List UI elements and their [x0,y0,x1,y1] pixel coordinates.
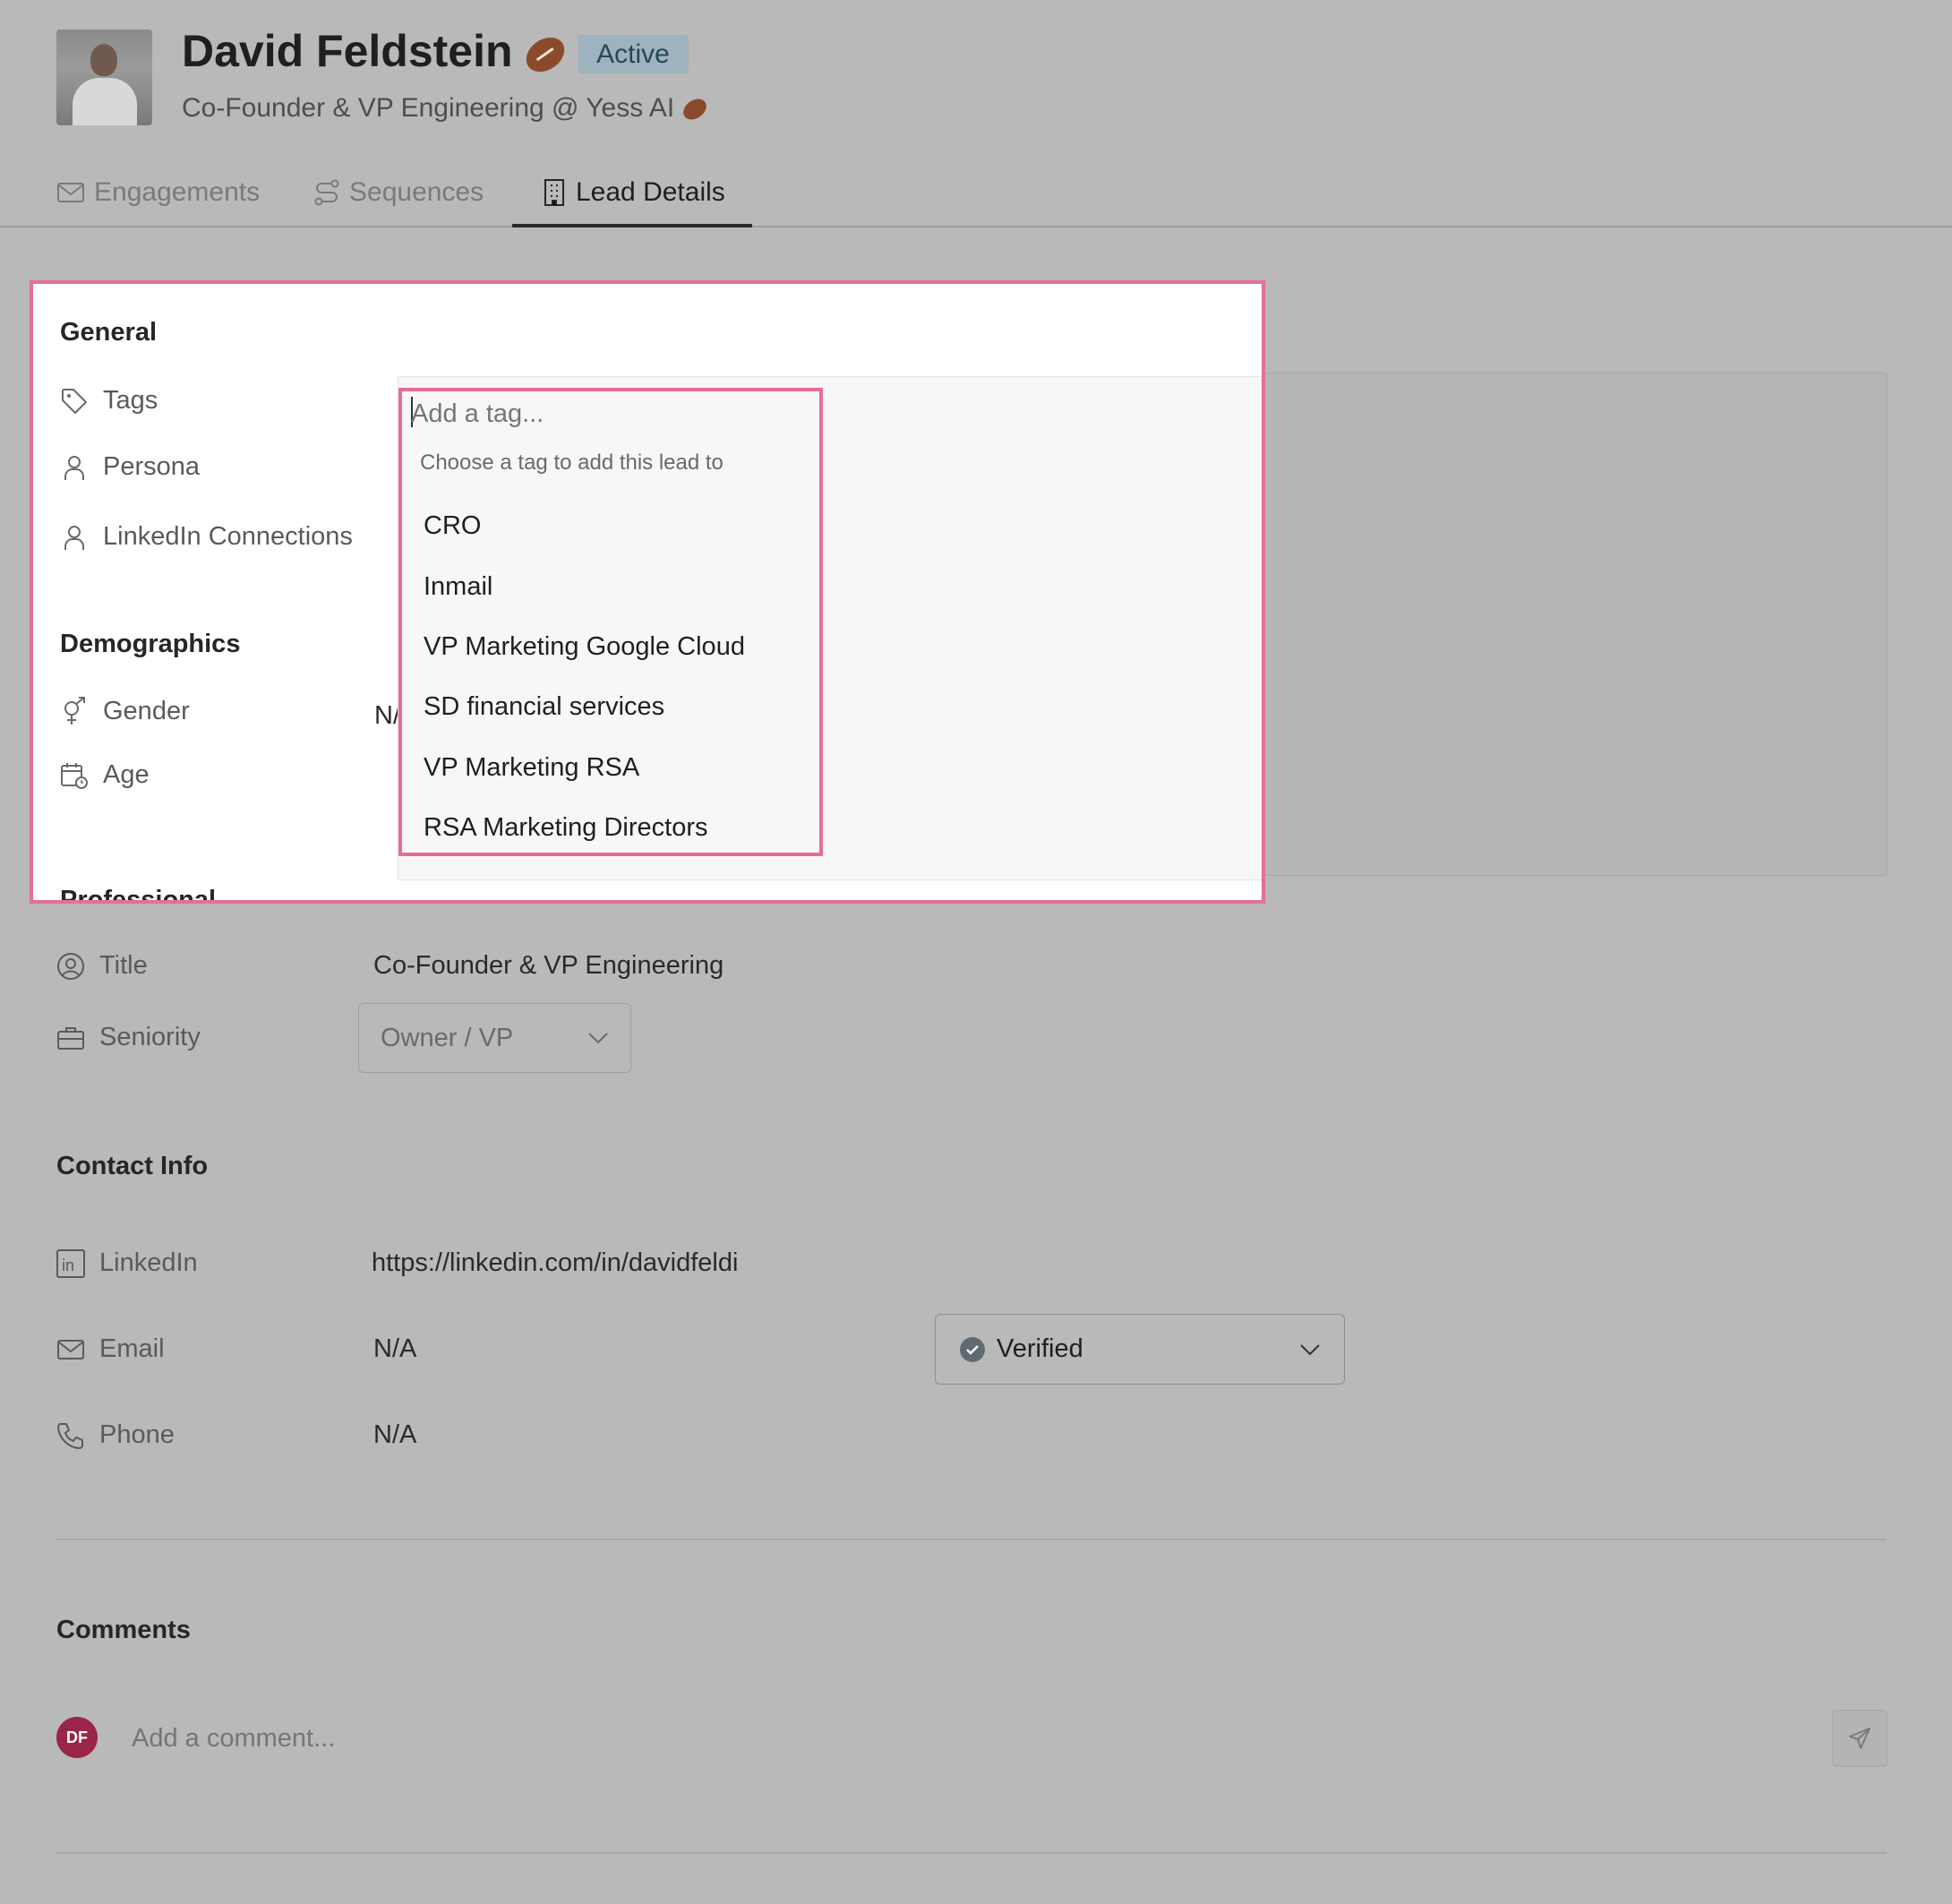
tab-engagements[interactable]: Engagements [56,177,260,208]
send-comment-button[interactable] [1832,1710,1888,1767]
status-badge: Active [578,35,689,73]
user-icon [60,523,89,552]
title-label: Title [56,951,148,981]
send-icon [1848,1727,1871,1750]
tabs-divider [0,226,1952,227]
email-label: Email [56,1334,165,1364]
calendar-clock-icon [60,761,89,790]
tag-option[interactable]: RSA Marketing Directors [424,813,708,843]
tag-search-input[interactable] [409,395,807,433]
phone-value: N/A [373,1420,417,1449]
active-tab-indicator [512,224,752,227]
check-circle-icon [959,1336,986,1363]
tags-label: Tags [60,386,158,416]
tag-option[interactable]: VP Marketing Google Cloud [424,632,745,662]
profile-photo [56,30,152,125]
contact-info-heading: Contact Info [56,1152,209,1180]
persona-label: Persona [60,452,200,482]
gender-label: Gender [60,696,190,726]
linkedin-label: in LinkedIn [56,1248,198,1278]
user-circle-icon [56,952,85,981]
seniority-value: Owner / VP [381,1023,514,1052]
tag-option[interactable]: CRO [424,511,481,541]
tag-option[interactable]: SD financial services [424,692,664,722]
linkedin-connections-label: LinkedIn Connections [60,522,353,552]
bottom-divider [56,1852,1887,1854]
football-icon [679,94,710,124]
tag-option[interactable]: Inmail [424,572,492,602]
comment-input[interactable] [130,1718,1799,1759]
age-label: Age [60,760,150,790]
section-divider [56,1539,1887,1540]
comments-heading: Comments [56,1616,191,1644]
chevron-down-icon [1299,1343,1321,1356]
title-value: Co-Founder & VP Engineering [373,951,724,980]
email-status-select[interactable]: Verified [935,1314,1345,1385]
lead-name: David Feldstein [182,25,572,79]
tab-lead-details[interactable]: Lead Details [542,177,725,208]
gender-icon [60,696,89,726]
tag-option[interactable]: VP Marketing RSA [424,753,639,783]
linkedin-icon: in [56,1248,85,1278]
phone-label: Phone [56,1420,175,1450]
demographics-heading: Demographics [60,630,241,658]
route-icon [313,178,340,207]
mail-icon [56,1338,85,1361]
email-value: N/A [373,1334,417,1363]
tag-icon [60,387,89,416]
briefcase-icon [56,1025,85,1051]
email-status-value: Verified [997,1334,1083,1363]
lead-subtitle: Co-Founder & VP Engineering @ Yess AI [182,93,710,124]
building-icon [542,178,567,207]
tag-dropdown-hint: Choose a tag to add this lead to [420,450,723,475]
general-heading: General [60,318,157,347]
seniority-select[interactable]: Owner / VP [358,1003,631,1073]
seniority-label: Seniority [56,1023,201,1052]
chevron-down-icon [587,1032,609,1044]
phone-icon [56,1421,85,1450]
svg-text:in: in [62,1256,74,1274]
football-icon [519,30,572,79]
linkedin-url[interactable]: https://linkedin.com/in/davidfeldi [372,1248,738,1278]
mail-icon [56,181,85,204]
user-icon [60,453,89,482]
gender-value: N/ [374,701,400,730]
tags-field-backdrop [1265,373,1888,876]
professional-heading: Professional [60,886,217,904]
tab-sequences[interactable]: Sequences [313,177,484,208]
user-avatar: DF [56,1717,98,1758]
tag-dropdown: Choose a tag to add this lead to CRO Inm… [398,388,823,856]
